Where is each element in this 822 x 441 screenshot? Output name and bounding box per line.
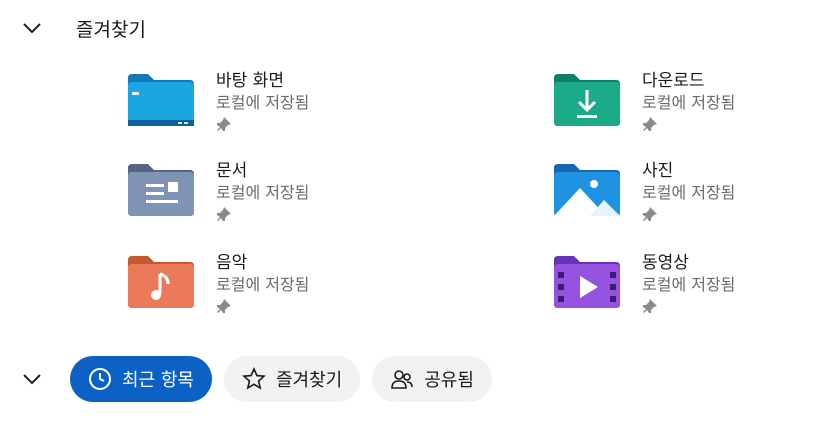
tab-recent[interactable]: 최근 항목 bbox=[70, 356, 212, 402]
desktop-folder-icon bbox=[128, 74, 194, 126]
folder-status: 로컬에 저장됨 bbox=[642, 93, 736, 112]
folder-videos[interactable]: 동영상 로컬에 저장됨 bbox=[554, 252, 822, 330]
folder-downloads[interactable]: 다운로드 로컬에 저장됨 bbox=[554, 70, 822, 148]
folder-pictures[interactable]: 사진 로컬에 저장됨 bbox=[554, 160, 822, 238]
folder-documents[interactable]: 문서 로컬에 저장됨 bbox=[128, 160, 428, 238]
videos-folder-icon bbox=[554, 256, 620, 308]
folder-name: 바탕 화면 bbox=[216, 71, 284, 91]
folder-status: 로컬에 저장됨 bbox=[216, 183, 310, 202]
folder-name: 사진 bbox=[642, 161, 674, 181]
documents-folder-icon bbox=[128, 164, 194, 216]
tab-favorites[interactable]: 즐겨찾기 bbox=[223, 356, 361, 402]
folder-status: 로컬에 저장됨 bbox=[216, 275, 310, 294]
pin-icon bbox=[217, 117, 231, 131]
music-folder-icon bbox=[128, 256, 194, 308]
pictures-folder-icon bbox=[554, 164, 620, 216]
pin-icon bbox=[643, 207, 657, 221]
star-icon bbox=[242, 367, 266, 391]
tab-shared[interactable]: 공유됨 bbox=[372, 356, 492, 402]
view-tabs: 최근 항목 즐겨찾기 공유됨 bbox=[18, 356, 504, 402]
folder-status: 로컬에 저장됨 bbox=[642, 183, 736, 202]
pin-icon bbox=[643, 117, 657, 131]
folder-desktop[interactable]: 바탕 화면 로컬에 저장됨 bbox=[128, 70, 428, 148]
tab-label: 공유됨 bbox=[424, 370, 474, 391]
tab-label: 최근 항목 bbox=[122, 370, 194, 391]
chevron-down-icon[interactable] bbox=[18, 365, 46, 393]
folder-name: 다운로드 bbox=[642, 71, 705, 91]
folder-status: 로컬에 저장됨 bbox=[216, 93, 310, 112]
folder-name: 문서 bbox=[216, 161, 248, 181]
clock-icon bbox=[88, 367, 112, 391]
folder-status: 로컬에 저장됨 bbox=[642, 275, 736, 294]
downloads-folder-icon bbox=[554, 74, 620, 126]
people-icon bbox=[390, 367, 414, 391]
pin-icon bbox=[217, 207, 231, 221]
favorites-grid: 바탕 화면 로컬에 저장됨 다운로드 로컬에 저장됨 문서 로컬에 저장됨 사진… bbox=[0, 0, 822, 340]
tab-label: 즐겨찾기 bbox=[275, 370, 343, 391]
folder-name: 음악 bbox=[216, 253, 248, 273]
pin-icon bbox=[217, 299, 231, 313]
folder-music[interactable]: 음악 로컬에 저장됨 bbox=[128, 252, 428, 330]
folder-name: 동영상 bbox=[642, 253, 689, 273]
pin-icon bbox=[643, 299, 657, 313]
